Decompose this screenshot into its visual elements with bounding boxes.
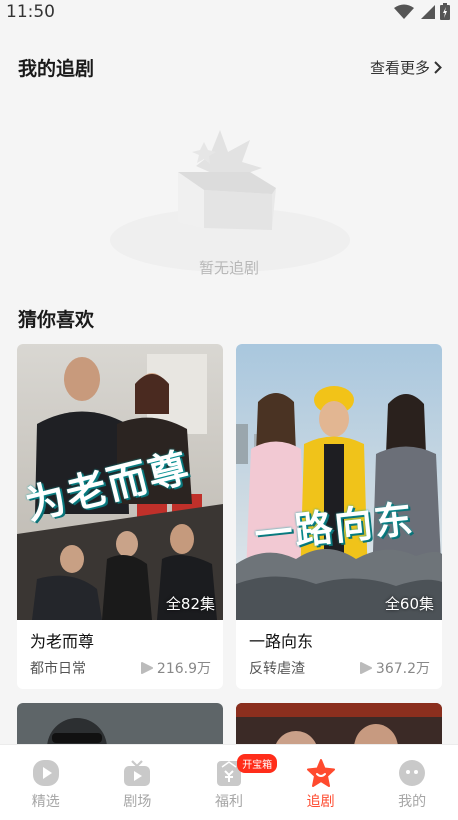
battery-icon	[440, 3, 450, 20]
drama-title: 一路向东	[249, 632, 314, 651]
drama-poster: 一路向东 全60集	[236, 344, 442, 620]
view-more-link[interactable]: 查看更多	[370, 57, 442, 78]
my-follow-title: 我的追剧	[18, 57, 95, 80]
treasure-box-badge: 开宝箱	[237, 754, 278, 773]
drama-card[interactable]: 为老而尊 全82集 为老而尊 都市日常 216.9万	[17, 344, 223, 689]
tab-label: 精选	[31, 794, 60, 810]
drama-genre: 都市日常	[30, 661, 86, 677]
drama-card[interactable]: 一路向东 全60集 一路向东 反转虐渣 367.2万	[236, 344, 442, 689]
play-icon	[359, 662, 372, 674]
face-icon	[399, 760, 426, 786]
tab-label: 福利	[214, 794, 243, 810]
star-icon	[306, 759, 335, 787]
tab-featured[interactable]: 精选	[0, 745, 92, 820]
signal-icon	[421, 4, 435, 19]
drama-poster: 为老而尊 全82集	[17, 344, 223, 620]
play-count: 216.9万	[140, 658, 211, 678]
recommend-title: 猜你喜欢	[18, 308, 95, 331]
status-bar: 11:50	[0, 0, 458, 26]
recommend-header: 猜你喜欢	[18, 304, 442, 332]
drama-title: 为老而尊	[30, 632, 95, 651]
episode-count: 全60集	[384, 595, 434, 613]
tv-icon	[124, 760, 151, 786]
empty-box-illustration	[100, 110, 360, 280]
tab-label: 剧场	[123, 794, 152, 810]
view-more-label: 查看更多	[369, 58, 430, 77]
play-count: 367.2万	[359, 658, 430, 678]
my-follow-header: 我的追剧 查看更多	[18, 53, 442, 81]
tab-label: 追剧	[306, 794, 335, 810]
play-count-value: 367.2万	[375, 661, 430, 677]
play-circle-icon	[32, 760, 59, 786]
play-icon	[140, 662, 153, 674]
bottom-tab-bar: 精选 剧场 开宝箱 福利 追剧 我的	[0, 744, 458, 820]
tab-welfare[interactable]: 开宝箱 福利	[183, 745, 278, 820]
episode-count: 全82集	[165, 595, 215, 613]
drama-genre: 反转虐渣	[249, 661, 305, 677]
status-icons	[394, 3, 450, 20]
tab-follow[interactable]: 追剧	[275, 745, 367, 820]
chevron-right-icon	[434, 60, 442, 74]
tab-mine[interactable]: 我的	[366, 745, 458, 820]
tab-label: 我的	[398, 794, 427, 810]
status-time: 11:50	[6, 2, 55, 22]
tab-theater[interactable]: 剧场	[92, 745, 184, 820]
empty-follow-text: 暂无追剧	[198, 259, 259, 277]
play-count-value: 216.9万	[156, 661, 211, 677]
wifi-icon	[394, 4, 414, 19]
